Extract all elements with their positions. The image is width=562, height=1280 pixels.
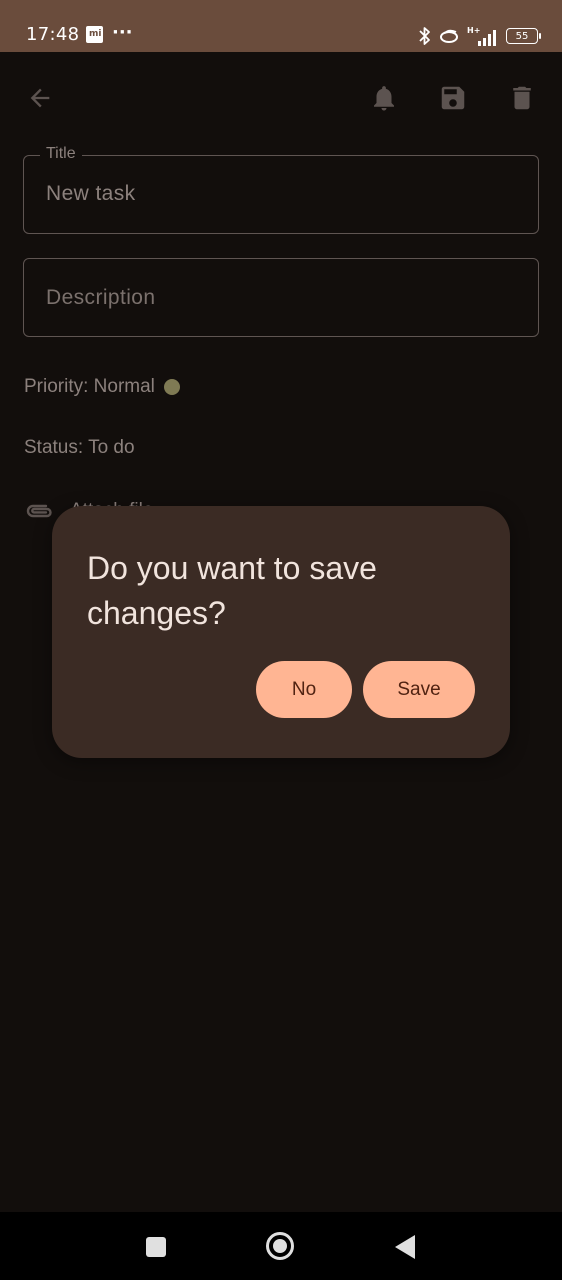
status-bar: 17:48 ··· H+ 55 [0, 0, 562, 52]
trash-icon [513, 86, 531, 110]
mi-app-icon [86, 26, 103, 43]
arrow-back-icon [30, 88, 50, 108]
status-selector[interactable]: Status: To do [24, 437, 135, 459]
title-field[interactable]: Title New task [23, 145, 539, 234]
bell-icon [374, 86, 394, 111]
triangle-back-icon[interactable] [395, 1235, 415, 1259]
floppy-disk-icon [441, 86, 465, 110]
bluetooth-icon [419, 27, 430, 45]
reminder-button[interactable] [364, 78, 404, 118]
description-placeholder[interactable]: Description [46, 286, 155, 310]
save-button[interactable]: Save [363, 661, 475, 718]
back-button[interactable] [20, 78, 60, 118]
title-input-value[interactable]: New task [46, 182, 136, 206]
square-icon[interactable] [146, 1237, 166, 1257]
priority-selector[interactable]: Priority: Normal [24, 376, 180, 398]
link-icon [440, 29, 458, 43]
more-notifications-icon: ··· [112, 22, 133, 43]
priority-label: Priority: Normal [24, 376, 155, 397]
signal-icon: H+ [467, 26, 496, 46]
circle-icon[interactable] [266, 1232, 294, 1260]
status-icons: H+ 55 [418, 25, 541, 47]
battery-icon: 55 [506, 28, 541, 44]
status-time: 17:48 [26, 24, 80, 45]
navigation-bar [0, 1212, 562, 1280]
delete-button[interactable] [502, 78, 542, 118]
title-label: Title [40, 145, 82, 163]
priority-color-dot [163, 379, 180, 395]
svg-text:H+: H+ [467, 26, 480, 35]
no-button[interactable]: No [256, 661, 352, 718]
dialog-message: Do you want to save changes? [87, 550, 377, 631]
save-changes-dialog: Do you want to save changes? No Save [52, 506, 510, 758]
description-field[interactable]: Description [23, 258, 539, 337]
paperclip-icon [26, 504, 52, 518]
save-toolbar-button[interactable] [433, 78, 473, 118]
